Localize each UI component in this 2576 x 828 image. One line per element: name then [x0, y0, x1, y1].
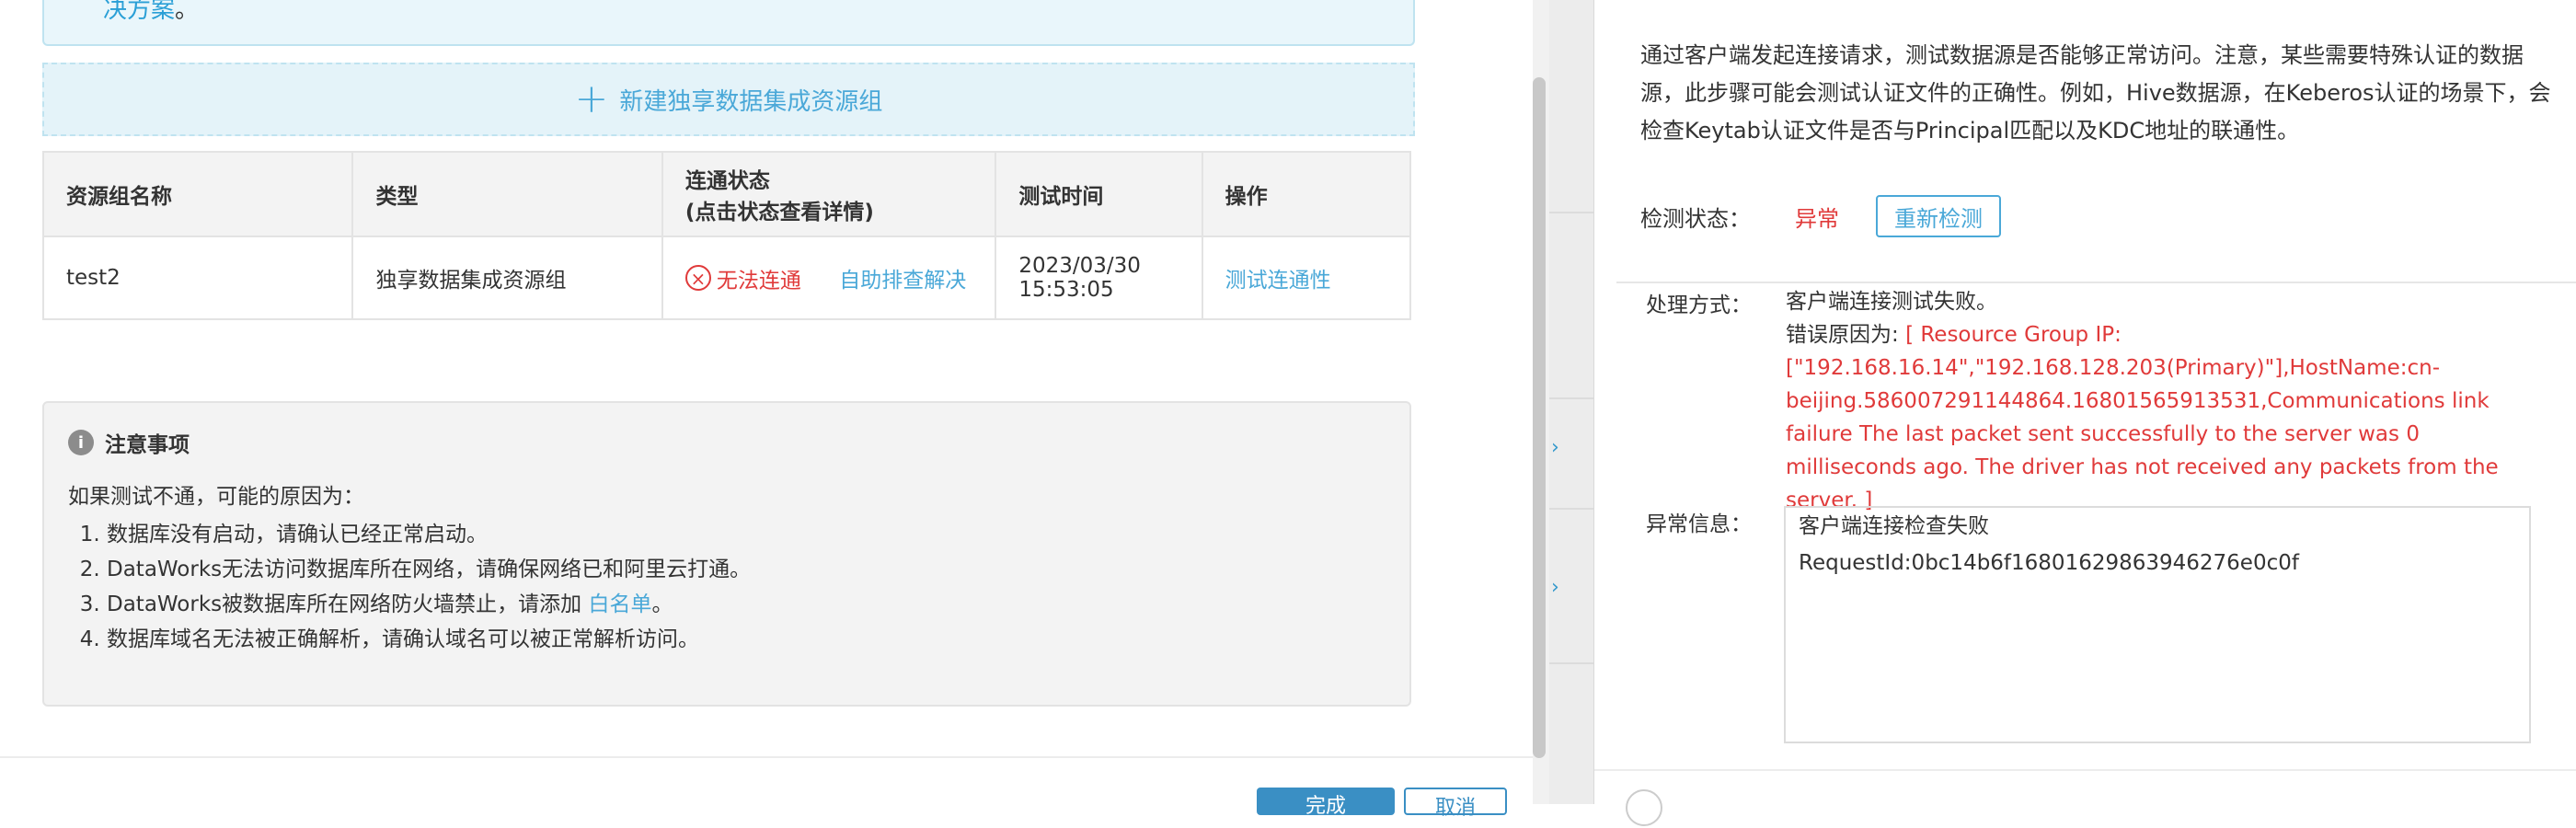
self-troubleshoot-link[interactable]: 自助排查解决: [839, 269, 966, 293]
solution-link[interactable]: 决方案。: [103, 0, 199, 25]
strip-divider: [1549, 662, 1593, 664]
col-header-actions: 操作: [1201, 151, 1412, 237]
strip-divider: [1549, 508, 1593, 510]
notes-header: i 注意事项: [68, 427, 190, 458]
confirm-button[interactable]: 完成: [1257, 788, 1395, 818]
footer-divider: [0, 756, 1533, 758]
alert-suffix: 。: [175, 0, 200, 24]
notes-intro: 如果测试不通，可能的原因为：: [68, 485, 364, 509]
exception-info-box: 客户端连接检查失败 RequestId:0bc14b6f168016298639…: [1784, 506, 2531, 743]
list-item: 数据库域名无法被正确解析，请确认域名可以被正常解析访问。: [107, 622, 751, 657]
col-header-status: 连通状态 (点击状态查看详情): [661, 151, 997, 237]
error-circle-icon: ×: [684, 265, 711, 291]
list-item-text: DataWorks被数据库所在网络防火墙禁止，请添加: [107, 592, 582, 616]
error-reason: 错误原因为: [ Resource Group IP: ["192.168.16…: [1786, 318, 2540, 517]
connectivity-dialog: 决方案。 + 新建独享数据集成资源组 资源组名称 类型 连通状态 (点击状态查看…: [0, 0, 1533, 820]
list-item-suffix: 。: [651, 592, 673, 616]
strip-divider: [1549, 212, 1593, 213]
cell-actions: 测试连通性: [1201, 236, 1412, 320]
test-connectivity-link[interactable]: 测试连通性: [1225, 269, 1331, 293]
recheck-button[interactable]: 重新检测: [1876, 195, 2001, 237]
test-time-clock: 15:53:05: [1018, 278, 1114, 302]
col-header-name: 资源组名称: [41, 151, 354, 237]
plus-icon: +: [574, 75, 609, 122]
col-header-status-title: 连通状态: [684, 169, 770, 193]
radio-icon[interactable]: [1626, 789, 1662, 826]
chevron-right-icon: ›: [1551, 576, 1559, 599]
panel-footer-divider: [1594, 769, 2576, 771]
cancel-button[interactable]: 取消: [1404, 788, 1507, 820]
error-reason-text: [ Resource Group IP: ["192.168.16.14","1…: [1786, 323, 2499, 512]
resource-group-table: 资源组名称 类型 连通状态 (点击状态查看详情) 测试时间 操作 test2 独…: [41, 151, 1412, 320]
new-resource-group-button[interactable]: + 新建独享数据集成资源组: [42, 63, 1415, 136]
panel-description: 通过客户端发起连接请求，测试数据源是否能够正常访问。注意，某些需要特殊认证的数据…: [1640, 42, 2551, 144]
scrollbar-thumb[interactable]: [1533, 77, 1546, 758]
info-alert: 决方案。: [42, 0, 1415, 46]
notes-list: 数据库没有启动，请确认已经正常启动。 DataWorks无法访问数据库所在网络，…: [68, 517, 751, 657]
test-time-date: 2023/03/30: [1018, 254, 1141, 278]
table-header-row: 资源组名称 类型 连通状态 (点击状态查看详情) 测试时间 操作: [41, 151, 1412, 237]
new-resource-group-label: 新建独享数据集成资源组: [619, 87, 883, 116]
table-row: test2 独享数据集成资源组 × 无法连通 自助排查解决 2023/03/30 …: [41, 236, 1412, 320]
notes-title: 注意事项: [105, 433, 190, 457]
strip-divider: [1549, 397, 1593, 399]
cell-test-time: 2023/03/30 15:53:05: [995, 236, 1203, 320]
request-id: RequestId:0bc14b6f16801629863946276e0c0f: [1799, 551, 2299, 575]
connection-detail-panel: 通过客户端发起连接请求，测试数据源是否能够正常访问。注意，某些需要特殊认证的数据…: [1593, 0, 2576, 826]
check-status-value: 异常: [1795, 205, 1839, 232]
cell-name: test2: [41, 236, 354, 320]
status-error-link[interactable]: × 无法连通: [684, 265, 808, 293]
panel-divider: [1616, 282, 2576, 283]
info-icon: i: [68, 430, 94, 455]
method-label: 处理方式：: [1646, 293, 1752, 317]
list-item: 数据库没有启动，请确认已经正常启动。: [107, 517, 751, 552]
col-header-status-hint: (点击状态查看详情): [684, 201, 874, 224]
exception-label: 异常信息：: [1646, 512, 1752, 536]
error-reason-label: 错误原因为:: [1786, 323, 1899, 347]
status-text: 无法连通: [716, 269, 801, 293]
check-status-label: 检测状态：: [1640, 205, 1751, 232]
notes-box: i 注意事项 如果测试不通，可能的原因为： 数据库没有启动，请确认已经正常启动。…: [42, 401, 1411, 707]
background-strip: › ›: [1549, 0, 1593, 804]
list-item: DataWorks被数据库所在网络防火墙禁止，请添加 白名单。: [107, 587, 751, 622]
col-header-test-time: 测试时间: [995, 151, 1203, 237]
cell-type: 独享数据集成资源组: [351, 236, 663, 320]
col-header-type: 类型: [351, 151, 663, 237]
whitelist-link[interactable]: 白名单: [588, 592, 651, 616]
list-item: DataWorks无法访问数据库所在网络，请确保网络已和阿里云打通。: [107, 552, 751, 587]
check-status-row: 检测状态： 异常 重新检测: [1640, 195, 2001, 237]
exception-line: 客户端连接检查失败: [1799, 514, 1989, 538]
method-body: 客户端连接测试失败。 错误原因为: [ Resource Group IP: […: [1786, 285, 2540, 517]
chevron-right-icon: ›: [1551, 436, 1559, 459]
method-line: 客户端连接测试失败。: [1786, 290, 1997, 314]
cell-status: × 无法连通 自助排查解决: [661, 236, 997, 320]
